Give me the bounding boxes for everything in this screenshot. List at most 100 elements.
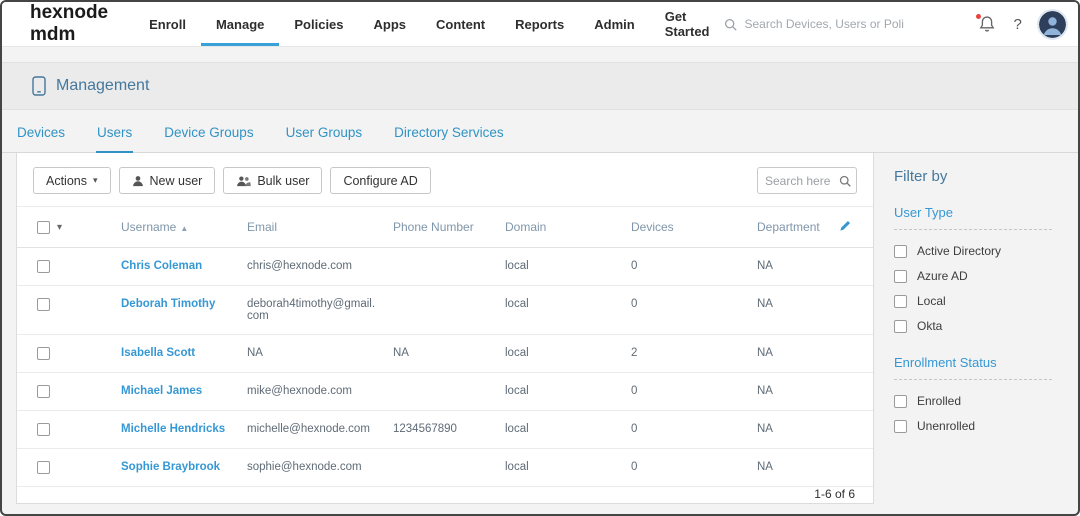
column-header-domain[interactable]: Domain bbox=[497, 207, 623, 248]
bulk-user-button[interactable]: Bulk user bbox=[223, 167, 322, 194]
filter-heading-enrollment-status: Enrollment Status bbox=[894, 355, 1052, 370]
table-row: Isabella Scott NA NA local 2 NA bbox=[17, 335, 873, 373]
domain-cell: local bbox=[497, 411, 623, 449]
select-dropdown-icon[interactable]: ▾ bbox=[57, 222, 62, 233]
configure-ad-button[interactable]: Configure AD bbox=[330, 167, 430, 194]
username-link[interactable]: Michael James bbox=[121, 385, 202, 397]
devices-cell: 2 bbox=[623, 335, 749, 373]
azure-ad-checkbox[interactable] bbox=[894, 270, 907, 283]
tab-directory-services[interactable]: Directory Services bbox=[393, 113, 505, 153]
global-search bbox=[724, 17, 909, 31]
filter-option-active-directory[interactable]: Active Directory bbox=[894, 244, 1052, 258]
notification-bell-icon[interactable] bbox=[978, 15, 996, 33]
department-cell: NA bbox=[749, 248, 831, 286]
filter-section-user-type: User Type Active Directory Azure AD Loca… bbox=[894, 205, 1052, 333]
phone-cell bbox=[385, 286, 497, 335]
username-link[interactable]: Chris Coleman bbox=[121, 260, 202, 272]
phone-cell bbox=[385, 449, 497, 487]
devices-cell: 0 bbox=[623, 286, 749, 335]
devices-cell: 0 bbox=[623, 449, 749, 487]
select-all-checkbox[interactable] bbox=[37, 221, 50, 234]
department-cell: NA bbox=[749, 335, 831, 373]
username-link[interactable]: Michelle Hendricks bbox=[121, 423, 225, 435]
users-table: ▾ Username ▲ Email Phone Number Domain De… bbox=[17, 206, 873, 487]
row-checkbox[interactable] bbox=[37, 298, 50, 311]
domain-cell: local bbox=[497, 286, 623, 335]
row-checkbox[interactable] bbox=[37, 461, 50, 474]
filter-sidebar: Filter by User Type Active Directory Azu… bbox=[874, 153, 1078, 514]
hexnode-logo[interactable]: hexnode mdm bbox=[30, 2, 108, 46]
content-area: Actions ▾ New user Bulk user Configu bbox=[2, 153, 1078, 514]
new-user-button[interactable]: New user bbox=[119, 167, 216, 194]
column-header-username[interactable]: Username ▲ bbox=[113, 207, 239, 248]
nav-reports[interactable]: Reports bbox=[500, 2, 579, 46]
caret-down-icon: ▾ bbox=[93, 175, 98, 186]
row-checkbox[interactable] bbox=[37, 347, 50, 360]
username-link[interactable]: Sophie Braybrook bbox=[121, 461, 220, 473]
nav-apps[interactable]: Apps bbox=[359, 2, 422, 46]
avatar[interactable] bbox=[1039, 11, 1066, 38]
global-search-input[interactable] bbox=[744, 17, 904, 31]
bulk-user-button-label: Bulk user bbox=[257, 174, 309, 188]
username-link[interactable]: Deborah Timothy bbox=[121, 298, 215, 310]
top-navbar: hexnode mdm Enroll Manage Policies Apps … bbox=[2, 2, 1078, 47]
column-header-department[interactable]: Department bbox=[749, 207, 831, 248]
divider bbox=[894, 379, 1052, 380]
column-header-devices[interactable]: Devices bbox=[623, 207, 749, 248]
devices-cell: 0 bbox=[623, 373, 749, 411]
domain-cell: local bbox=[497, 335, 623, 373]
okta-checkbox[interactable] bbox=[894, 320, 907, 333]
device-icon bbox=[32, 76, 46, 96]
table-row: Deborah Timothy deborah4timothy@gmail.co… bbox=[17, 286, 873, 335]
phone-cell: NA bbox=[385, 335, 497, 373]
nav-policies[interactable]: Policies bbox=[279, 2, 358, 46]
configure-ad-button-label: Configure AD bbox=[343, 174, 417, 188]
email-cell: mike@hexnode.com bbox=[239, 373, 385, 411]
column-header-email[interactable]: Email bbox=[239, 207, 385, 248]
person-add-icon bbox=[132, 175, 144, 187]
edit-columns-icon[interactable] bbox=[839, 219, 852, 232]
row-checkbox[interactable] bbox=[37, 260, 50, 273]
nav-admin[interactable]: Admin bbox=[579, 2, 649, 46]
row-checkbox[interactable] bbox=[37, 385, 50, 398]
unenrolled-checkbox[interactable] bbox=[894, 420, 907, 433]
filter-option-azure-ad[interactable]: Azure AD bbox=[894, 269, 1052, 283]
domain-cell: local bbox=[497, 248, 623, 286]
filter-option-local[interactable]: Local bbox=[894, 294, 1052, 308]
nav-enroll[interactable]: Enroll bbox=[134, 2, 201, 46]
active-directory-checkbox[interactable] bbox=[894, 245, 907, 258]
sort-asc-icon: ▲ bbox=[180, 224, 188, 233]
new-user-button-label: New user bbox=[150, 174, 203, 188]
hexnode-mdm-window: hexnode mdm Enroll Manage Policies Apps … bbox=[0, 0, 1080, 516]
users-panel: Actions ▾ New user Bulk user Configu bbox=[16, 153, 874, 504]
main-nav: Enroll Manage Policies Apps Content Repo… bbox=[134, 2, 724, 46]
people-icon bbox=[236, 175, 251, 187]
nav-content[interactable]: Content bbox=[421, 2, 500, 46]
column-header-username-label: Username bbox=[121, 220, 176, 234]
tab-devices[interactable]: Devices bbox=[16, 113, 66, 153]
filter-option-unenrolled[interactable]: Unenrolled bbox=[894, 419, 1052, 433]
search-icon bbox=[839, 175, 851, 187]
username-link[interactable]: Isabella Scott bbox=[121, 347, 195, 359]
tab-device-groups[interactable]: Device Groups bbox=[163, 113, 254, 153]
column-header-phone[interactable]: Phone Number bbox=[385, 207, 497, 248]
nav-manage[interactable]: Manage bbox=[201, 2, 279, 46]
actions-button[interactable]: Actions ▾ bbox=[33, 167, 111, 194]
table-search-input[interactable] bbox=[765, 174, 835, 188]
department-cell: NA bbox=[749, 411, 831, 449]
nav-get-started[interactable]: Get Started bbox=[650, 2, 725, 46]
filter-option-enrolled[interactable]: Enrolled bbox=[894, 394, 1052, 408]
tab-user-groups[interactable]: User Groups bbox=[285, 113, 364, 153]
department-cell: NA bbox=[749, 373, 831, 411]
enrolled-checkbox[interactable] bbox=[894, 395, 907, 408]
help-icon[interactable]: ? bbox=[1013, 16, 1021, 33]
actions-button-label: Actions bbox=[46, 174, 87, 188]
local-checkbox[interactable] bbox=[894, 295, 907, 308]
email-cell: chris@hexnode.com bbox=[239, 248, 385, 286]
tab-users[interactable]: Users bbox=[96, 113, 133, 153]
row-checkbox[interactable] bbox=[37, 423, 50, 436]
filter-option-okta[interactable]: Okta bbox=[894, 319, 1052, 333]
devices-cell: 0 bbox=[623, 411, 749, 449]
divider bbox=[894, 229, 1052, 230]
email-cell: michelle@hexnode.com bbox=[239, 411, 385, 449]
